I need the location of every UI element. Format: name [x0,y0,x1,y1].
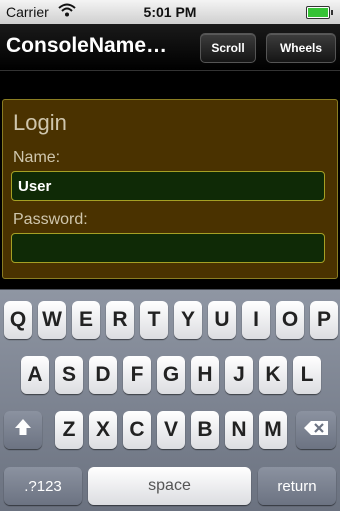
key-j[interactable]: J [225,356,253,394]
numbers-key[interactable]: .?123 [4,467,82,505]
key-x[interactable]: X [89,411,117,449]
key-r[interactable]: R [106,301,134,339]
name-label: Name: [13,149,61,166]
key-p[interactable]: P [310,301,338,339]
key-y[interactable]: Y [174,301,202,339]
status-bar: Carrier 5:01 PM [0,0,340,24]
key-g[interactable]: G [157,356,185,394]
key-u[interactable]: U [208,301,236,339]
login-panel: Login Name: User Password: [2,99,338,279]
wheels-button[interactable]: Wheels [266,33,336,63]
key-b[interactable]: B [191,411,219,449]
key-t[interactable]: T [140,301,168,339]
key-h[interactable]: H [191,356,219,394]
key-s[interactable]: S [55,356,83,394]
key-n[interactable]: N [225,411,253,449]
key-l[interactable]: L [293,356,321,394]
key-a[interactable]: A [21,356,49,394]
shift-key[interactable] [4,411,42,449]
key-o[interactable]: O [276,301,304,339]
login-title: Login [13,110,67,135]
password-label: Password: [13,211,88,228]
battery-icon [306,6,333,19]
key-z[interactable]: Z [55,411,83,449]
keyboard: Q W E R T Y U I O P A S D F G H J K L Z … [0,289,340,511]
key-e[interactable]: E [72,301,100,339]
status-time: 5:01 PM [143,4,197,20]
return-key[interactable]: return [258,467,336,505]
nav-title: ConsoleName… [6,34,168,57]
key-m[interactable]: M [259,411,287,449]
backspace-icon [303,418,329,442]
key-v[interactable]: V [157,411,185,449]
backspace-key[interactable] [296,411,336,449]
shift-arrow-icon [13,417,33,443]
name-field[interactable]: User [11,171,325,201]
key-f[interactable]: F [123,356,151,394]
key-i[interactable]: I [242,301,270,339]
key-k[interactable]: K [259,356,287,394]
space-key[interactable]: space [88,467,251,505]
content-area: Login Name: User Password: [0,71,340,289]
scroll-button[interactable]: Scroll [200,33,256,63]
navigation-bar: ConsoleName… Scroll Wheels [0,24,340,71]
key-d[interactable]: D [89,356,117,394]
password-field[interactable] [11,233,325,263]
key-q[interactable]: Q [4,301,32,339]
key-w[interactable]: W [38,301,66,339]
key-c[interactable]: C [123,411,151,449]
